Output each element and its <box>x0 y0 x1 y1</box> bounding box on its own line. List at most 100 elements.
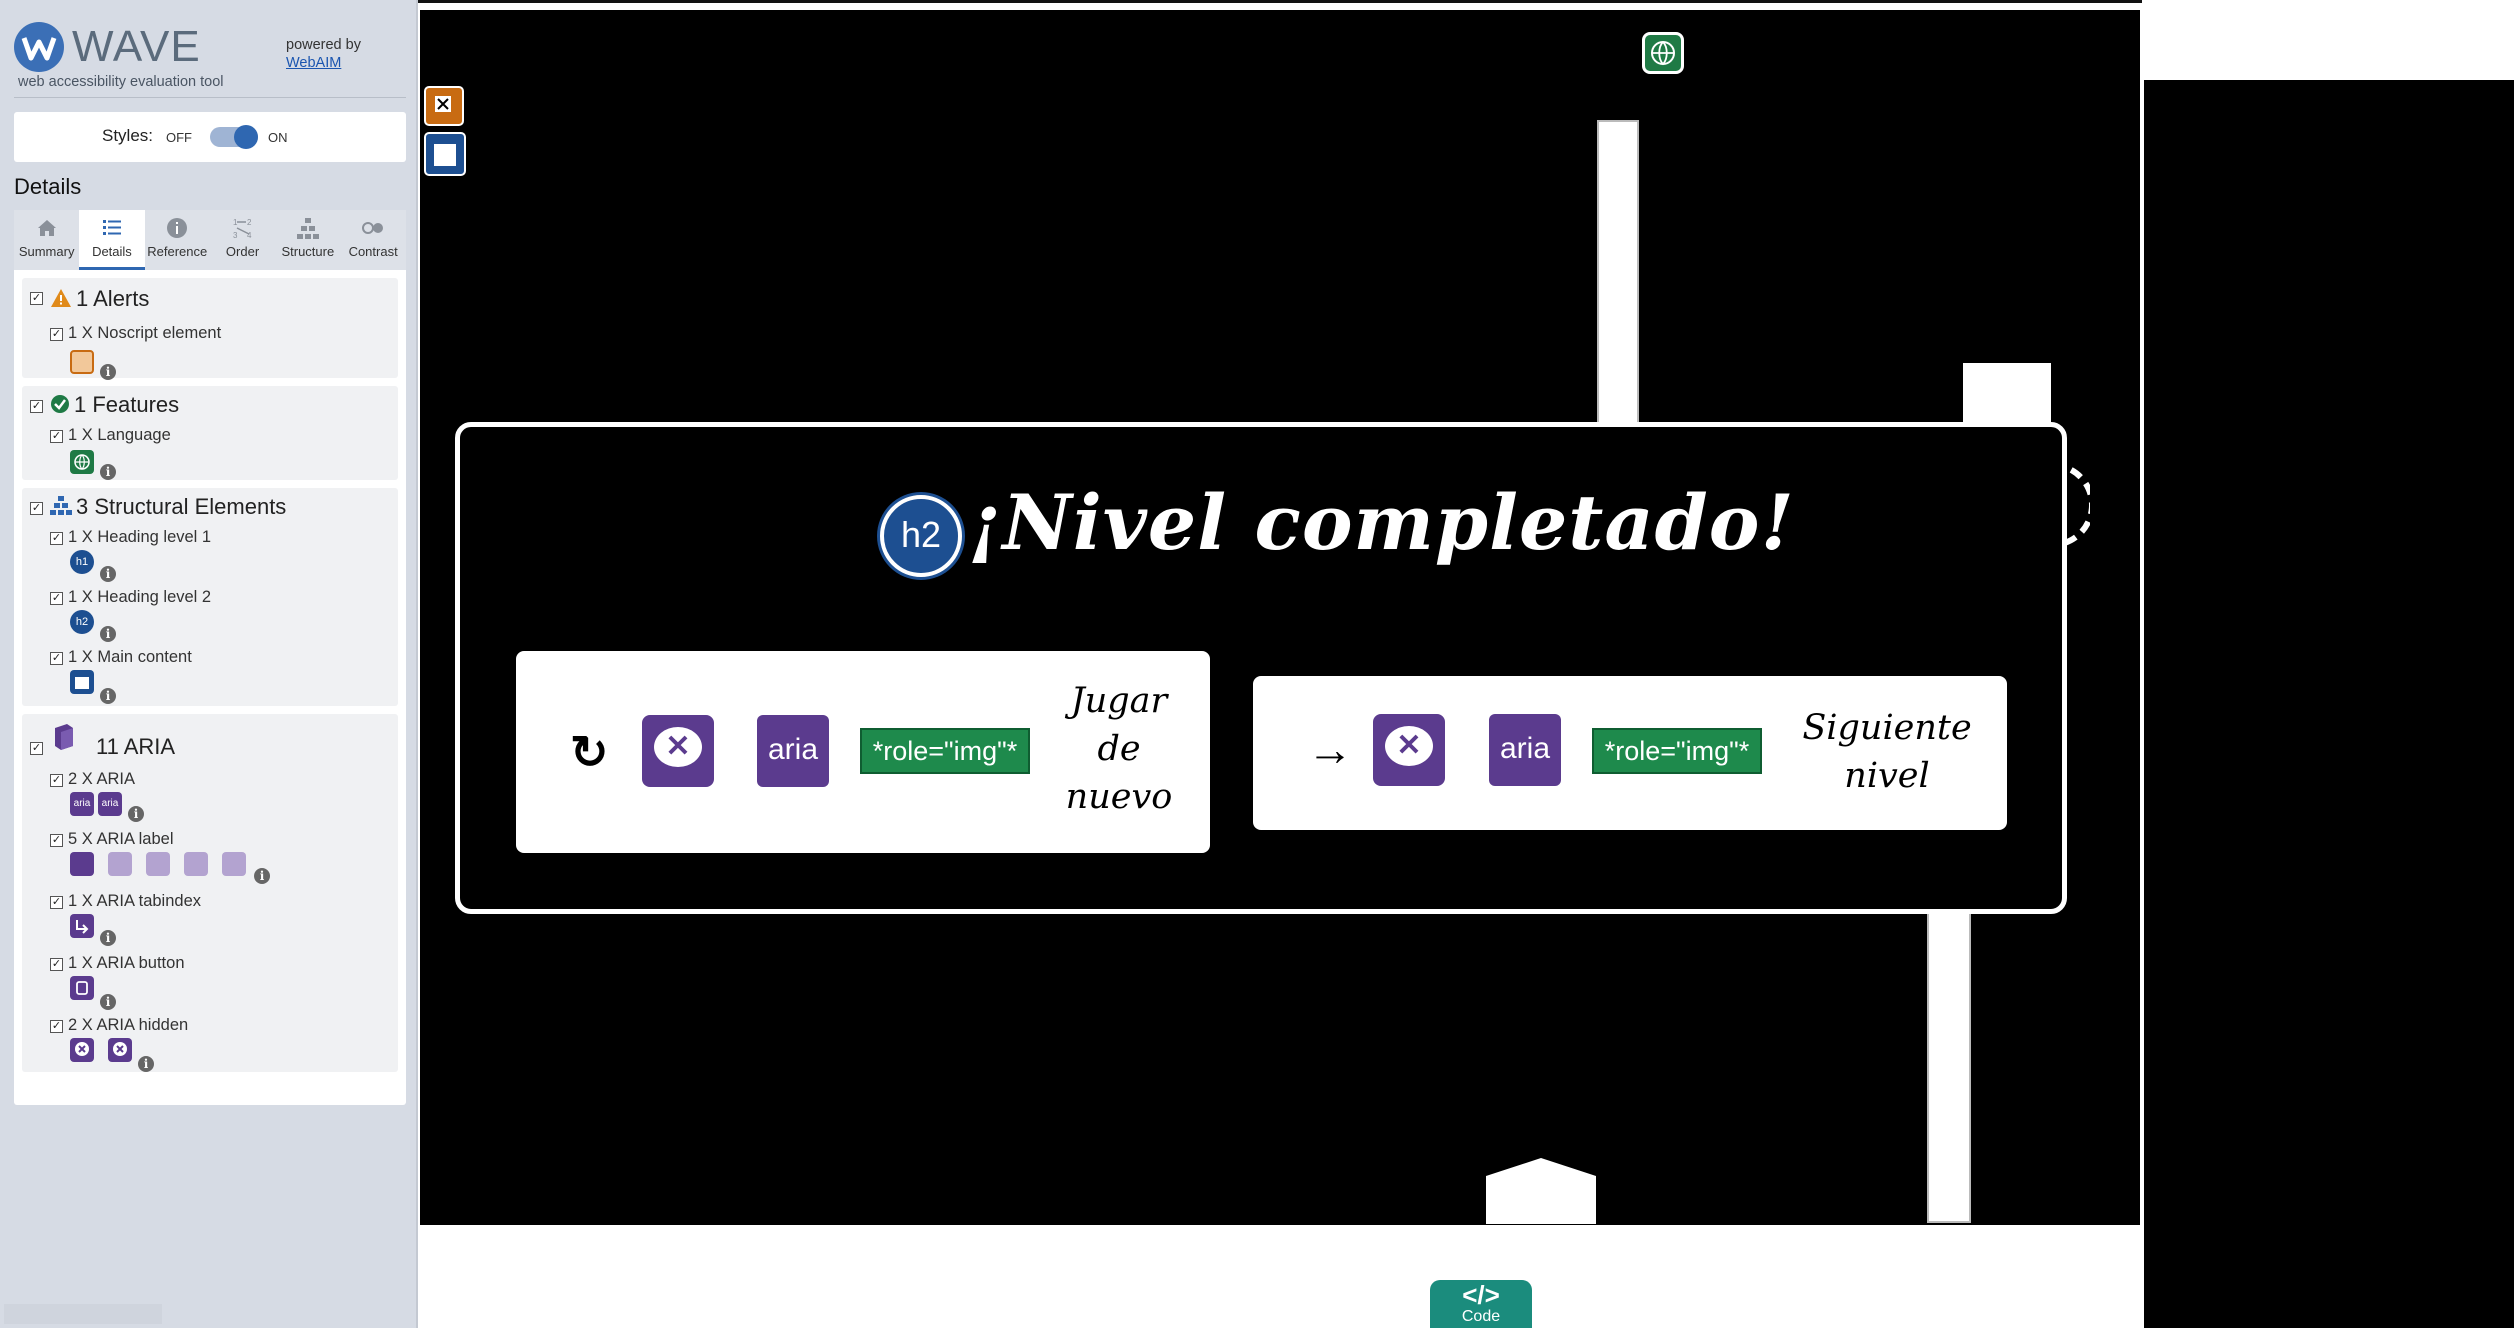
details-panel: ✓ 1 Alerts ✓ 1 X Noscript element i ✓ 1 … <box>14 270 406 1105</box>
noscript-icon[interactable] <box>70 350 94 374</box>
svg-text:3: 3 <box>233 231 238 240</box>
aria-hidden-icon[interactable] <box>70 1038 94 1062</box>
alerts-title: 1 Alerts <box>76 286 150 311</box>
tag-icon[interactable] <box>70 852 94 876</box>
game-pillar <box>1597 120 1639 425</box>
aria-generic-checkbox[interactable]: ✓ <box>50 774 63 787</box>
tag-icon[interactable] <box>108 852 132 876</box>
tab-structure[interactable]: Structure <box>275 210 341 270</box>
aria-hidden-badge-icon[interactable]: ✕ <box>642 715 714 787</box>
sidebar-footer-bar <box>4 1304 162 1324</box>
language-info-icon[interactable]: i <box>100 464 116 480</box>
heading2-info-icon[interactable]: i <box>100 626 116 642</box>
heading2-icon[interactable]: h2 <box>70 610 94 634</box>
language-globe-icon[interactable] <box>1642 32 1684 74</box>
aria-label-checkbox[interactable]: ✓ <box>50 834 63 847</box>
replay-icon: ↻ <box>570 726 609 778</box>
heading1-info-icon[interactable]: i <box>100 566 116 582</box>
aria-tabindex-checkbox[interactable]: ✓ <box>50 896 63 909</box>
heading2-badge-icon[interactable]: h2 <box>880 495 962 577</box>
home-icon <box>37 220 56 236</box>
noscript-checkbox[interactable]: ✓ <box>50 328 63 341</box>
play-again-button[interactable]: ↻ ✕ aria *role="img"* Jugar de nuevo <box>516 651 1210 853</box>
main-content-icon[interactable] <box>70 670 94 694</box>
tab-order-label: Order <box>225 244 260 259</box>
code-toggle-button[interactable]: </> Code <box>1430 1280 1532 1328</box>
alert-triangle-icon <box>51 289 71 307</box>
features-title: 1 Features <box>74 392 180 417</box>
main-content-info-icon[interactable]: i <box>100 688 116 704</box>
tabindex-arrow-icon[interactable] <box>70 914 94 938</box>
tab-summary[interactable]: Summary <box>14 210 80 270</box>
language-item: 1 X Language <box>68 426 171 444</box>
page-right-strip <box>2144 80 2514 1328</box>
aria-icon[interactable]: aria <box>70 792 94 816</box>
aria-badge-icon[interactable]: aria <box>1489 714 1561 786</box>
svg-text:2: 2 <box>247 218 252 227</box>
main-region-icon[interactable] <box>424 132 466 176</box>
tab-summary-label: Summary <box>18 244 75 259</box>
aria-button-checkbox[interactable]: ✓ <box>50 958 63 971</box>
aria-hidden-badge-icon[interactable]: ✕ <box>1373 714 1445 786</box>
aria-button-item: 1 X ARIA button <box>68 954 185 972</box>
styles-switch[interactable] <box>210 125 258 149</box>
features-group: ✓ 1 Features ✓ 1 X Language i <box>22 386 398 480</box>
role-img-tag[interactable]: *role="img"* <box>1592 728 1762 774</box>
aria-group: ✓ 11 ARIA ✓ 2 X ARIA aria aria i ✓ 5 X A… <box>22 714 398 1072</box>
aria-hidden-info-icon[interactable]: i <box>138 1056 154 1072</box>
play-again-line: Jugar <box>1070 681 1168 721</box>
heading1-checkbox[interactable]: ✓ <box>50 532 63 545</box>
wave-logo-icon[interactable] <box>14 22 64 72</box>
next-level-button[interactable]: → ✕ aria *role="img"* Siguiente nivel <box>1253 676 2007 830</box>
heading1-icon[interactable]: h1 <box>70 550 94 574</box>
styles-label: Styles: <box>102 126 154 145</box>
language-checkbox[interactable]: ✓ <box>50 430 63 443</box>
aria-hidden-icon[interactable] <box>108 1038 132 1062</box>
page-top-rule <box>418 0 2142 3</box>
aria-hidden-glyph: ✕ <box>1385 726 1433 766</box>
aria-tabindex-info-icon[interactable]: i <box>100 930 116 946</box>
aria-label-info-icon[interactable]: i <box>254 868 270 884</box>
tab-details-label: Details <box>92 244 132 259</box>
aria-info-icon[interactable]: i <box>128 806 144 822</box>
main-content-checkbox[interactable]: ✓ <box>50 652 63 665</box>
aria-icon[interactable]: aria <box>98 792 122 816</box>
tab-contrast[interactable]: Contrast <box>340 210 406 270</box>
features-checkbox[interactable]: ✓ <box>30 400 43 413</box>
heading2-checkbox[interactable]: ✓ <box>50 592 63 605</box>
noscript-alert-icon[interactable] <box>424 86 464 126</box>
wave-title: WAVE <box>72 22 201 71</box>
game-house <box>1486 1158 1596 1224</box>
role-img-tag[interactable]: *role="img"* <box>860 728 1030 774</box>
globe-icon[interactable] <box>70 450 94 474</box>
play-again-label: Jugar de nuevo <box>1034 677 1204 821</box>
tab-order[interactable]: 1234 Order <box>209 210 276 270</box>
tag-icon[interactable] <box>184 852 208 876</box>
aria-checkbox[interactable]: ✓ <box>30 742 43 755</box>
code-label: Code <box>1461 1308 1501 1325</box>
tag-icon[interactable] <box>146 852 170 876</box>
wave-tabs: Summary Details Reference 1234 Order Str… <box>14 210 406 270</box>
structural-checkbox[interactable]: ✓ <box>30 502 43 515</box>
aria-button-icon[interactable] <box>70 976 94 1000</box>
noscript-info-icon[interactable]: i <box>100 364 116 380</box>
tab-details[interactable]: Details <box>79 210 145 270</box>
info-circle-icon <box>167 218 188 238</box>
aria-title: 11 ARIA <box>96 734 176 759</box>
powered-by-text: powered by <box>286 37 361 53</box>
tab-contrast-label: Contrast <box>348 244 398 259</box>
aria-badge-icon[interactable]: aria <box>757 715 829 787</box>
powered-by: powered by WebAIM <box>286 36 361 72</box>
aria-hidden-checkbox[interactable]: ✓ <box>50 1020 63 1033</box>
structure-icon <box>296 218 319 239</box>
webaim-link[interactable]: WebAIM <box>286 54 361 72</box>
aria-button-info-icon[interactable]: i <box>100 994 116 1010</box>
game-pillar <box>1927 908 1971 1223</box>
tab-reference[interactable]: Reference <box>144 210 210 270</box>
heading1-item: 1 X Heading level 1 <box>68 528 212 546</box>
tag-icon[interactable] <box>222 852 246 876</box>
main-content-item: 1 X Main content <box>68 648 192 666</box>
list-icon <box>102 220 121 235</box>
alerts-checkbox[interactable]: ✓ <box>30 292 43 305</box>
page-top-strip <box>418 0 2514 8</box>
